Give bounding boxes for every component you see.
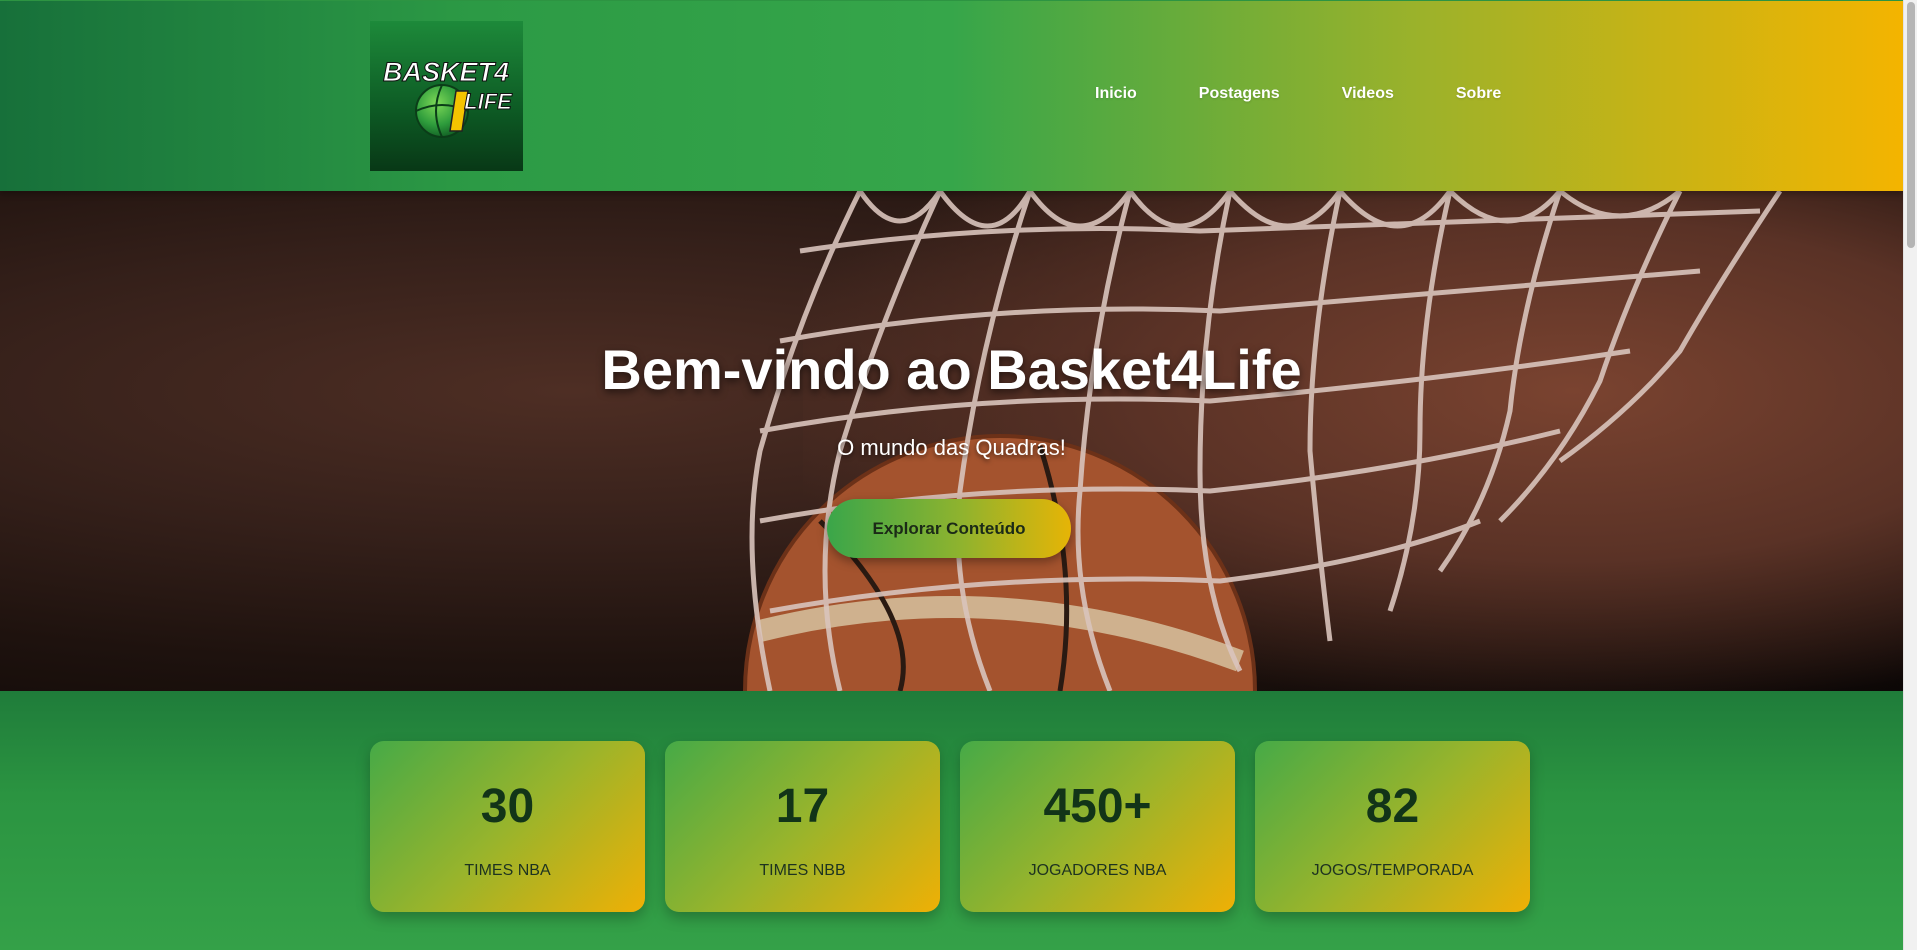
stat-label: JOGADORES NBA	[1028, 862, 1167, 879]
site-header: BASKET4 LIFE Inicio Postagens Videos Sob…	[0, 1, 1903, 191]
stat-card-jogos-temporada: 82 JOGOS/TEMPORADA	[1255, 741, 1530, 912]
hero-section: Bem-vindo ao Basket4Life O mundo das Qua…	[0, 191, 1903, 691]
stat-number: 17	[775, 780, 830, 833]
logo-text-top: BASKET4	[383, 57, 509, 87]
stat-card-times-nbb: 17 TIMES NBB	[665, 741, 940, 912]
stat-number: 30	[480, 780, 535, 833]
stat-number: 82	[1365, 780, 1420, 833]
main-nav: Inicio Postagens Videos Sobre	[1095, 85, 1501, 103]
scrollbar-thumb[interactable]	[1907, 2, 1915, 248]
stat-label: JOGOS/TEMPORADA	[1311, 862, 1474, 879]
nav-link-inicio[interactable]: Inicio	[1095, 85, 1137, 103]
stat-number: 450+	[1043, 780, 1152, 833]
hero-subtitle: O mundo das Quadras!	[837, 435, 1066, 460]
stat-card-times-nba: 30 TIMES NBA	[370, 741, 645, 912]
explore-content-button[interactable]: Explorar Conteúdo	[827, 499, 1071, 558]
stat-label: TIMES NBA	[464, 862, 551, 879]
hero-title: Bem-vindo ao Basket4Life	[601, 338, 1302, 401]
stats-section: 30 TIMES NBA 17 TIMES NBB 450+ JOGADORES…	[0, 691, 1903, 950]
logo-graphic: BASKET4 LIFE	[382, 57, 514, 138]
stat-label: TIMES NBB	[759, 862, 846, 879]
stat-card-jogadores-nba: 450+ JOGADORES NBA	[960, 741, 1235, 912]
page-viewport: BASKET4 LIFE Inicio Postagens Videos Sob…	[0, 0, 1903, 950]
hero-content: Bem-vindo ao Basket4Life O mundo das Qua…	[0, 191, 1903, 691]
nav-link-videos[interactable]: Videos	[1342, 85, 1394, 103]
nav-link-postagens[interactable]: Postagens	[1199, 85, 1280, 103]
vertical-scrollbar[interactable]	[1903, 0, 1917, 950]
logo-text-bottom: LIFE	[464, 89, 513, 114]
nav-link-sobre[interactable]: Sobre	[1456, 85, 1501, 103]
site-logo[interactable]: BASKET4 LIFE	[370, 21, 523, 171]
